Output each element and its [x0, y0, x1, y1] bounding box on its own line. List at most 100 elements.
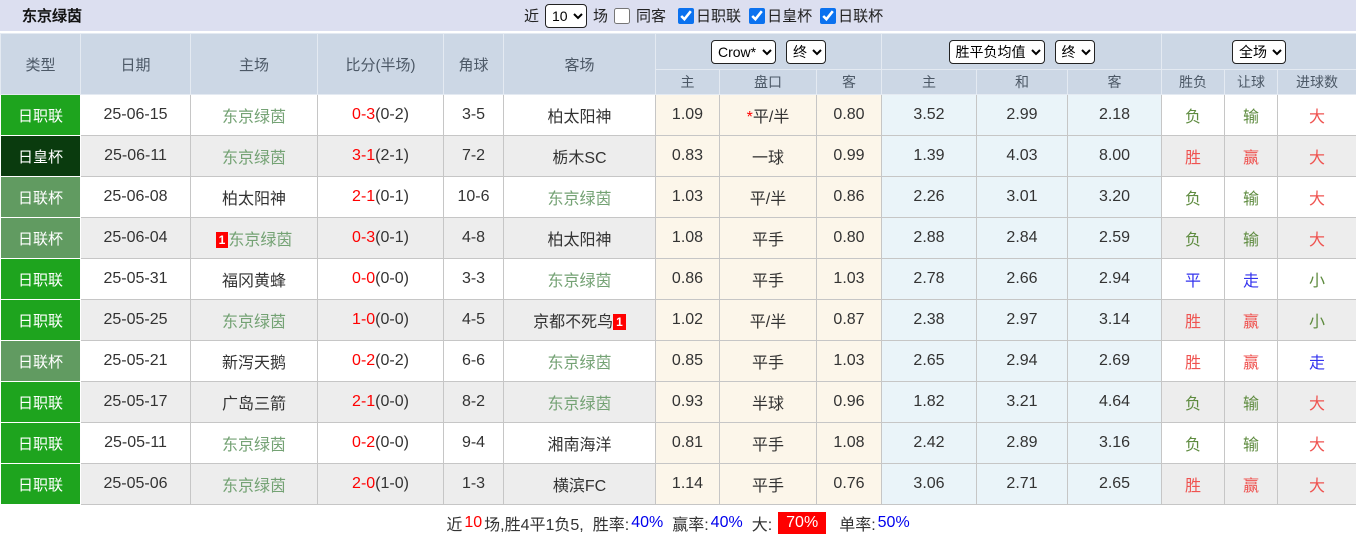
home-team-name[interactable]: 广岛三箭 — [222, 396, 286, 413]
home-team-cell[interactable]: 柏太阳神 — [190, 176, 318, 218]
home-team-cell[interactable]: 东京绿茵 — [190, 299, 318, 341]
avg-home-cell: 2.88 — [881, 217, 977, 259]
home-team-name[interactable]: 柏太阳神 — [222, 191, 286, 208]
away-team-cell[interactable]: 柏太阳神 — [503, 94, 656, 136]
avg-away-cell: 2.94 — [1066, 258, 1163, 300]
table-row[interactable]: 日联杯 25-05-21 新泻天鹅 0-2(0-2) 6-6 东京绿茵 0.85… — [0, 340, 1356, 382]
league-jzl-checkbox[interactable] — [678, 7, 695, 24]
away-team-name[interactable]: 湘南海洋 — [547, 437, 611, 454]
score-cell: 2-1(0-0) — [317, 381, 444, 423]
scope-select[interactable]: 全场 — [1232, 39, 1287, 64]
full-time-score: 0-2 — [352, 352, 376, 369]
result-goals-cell: 大 — [1277, 217, 1356, 259]
result-goals-cell: 大 — [1277, 381, 1356, 423]
home-team-name[interactable]: 东京绿茵 — [222, 437, 286, 454]
handicap-value: 平/半 — [749, 314, 787, 331]
league-type-cell: 日联杯 — [0, 176, 81, 218]
away-team-cell[interactable]: 东京绿茵 — [503, 340, 656, 382]
home-team-cell[interactable]: 广岛三箭 — [190, 381, 318, 423]
home-team-cell[interactable]: 东京绿茵 — [190, 94, 318, 136]
home-team-name[interactable]: 东京绿茵 — [222, 314, 286, 331]
filter-league-jlb[interactable]: 日联杯 — [818, 5, 883, 26]
date-cell: 25-05-11 — [80, 422, 191, 464]
avg-away-cell: 4.64 — [1066, 381, 1163, 423]
score-cell: 2-0(1-0) — [317, 463, 444, 505]
table-row[interactable]: 日职联 25-05-25 东京绿茵 1-0(0-0) 4-5 京都不死鸟 1 1.… — [0, 299, 1356, 341]
filter-league-jhb[interactable]: 日皇杯 — [747, 5, 812, 26]
odds-away-cell: 0.76 — [816, 463, 882, 505]
handicap-cell: 平手 — [719, 422, 817, 464]
result-wdl-cell: 负 — [1161, 94, 1226, 136]
table-row[interactable]: 日职联 25-05-31 福冈黄蜂 0-0(0-0) 3-3 东京绿茵 0.86… — [0, 258, 1356, 300]
away-team-name[interactable]: 京都不死鸟 — [533, 314, 613, 331]
handicap-value: 平手 — [751, 437, 784, 454]
full-time-score: 2-1 — [352, 188, 376, 205]
bookmaker-stage-select[interactable]: 终 — [786, 39, 826, 64]
home-team-cell[interactable]: 东京绿茵 — [190, 422, 318, 464]
home-team-name[interactable]: 东京绿茵 — [222, 478, 286, 495]
date-cell: 25-05-17 — [80, 381, 191, 423]
date-cell: 25-06-15 — [80, 94, 191, 136]
filter-league-jzl[interactable]: 日职联 — [676, 5, 741, 26]
avg-draw-cell: 2.71 — [976, 463, 1068, 505]
subheader-handicap: 盘口 — [719, 69, 817, 95]
handicap-cell: 平手 — [719, 217, 817, 259]
home-team-name[interactable]: 福冈黄蜂 — [222, 273, 286, 290]
away-team-name[interactable]: 东京绿茵 — [547, 191, 611, 208]
away-team-cell[interactable]: 东京绿茵 — [503, 381, 656, 423]
table-row[interactable]: 日职联 25-06-15 东京绿茵 0-3(0-2) 3-5 柏太阳神 1.09… — [0, 94, 1356, 136]
home-team-name[interactable]: 东京绿茵 — [222, 109, 286, 126]
away-team-cell[interactable]: 东京绿茵 — [503, 176, 656, 218]
league-jhb-checkbox[interactable] — [749, 7, 766, 24]
full-time-score: 0-3 — [352, 106, 376, 123]
away-team-name[interactable]: 东京绿茵 — [547, 273, 611, 290]
table-row[interactable]: 日联杯 25-06-04 1 东京绿茵 0-3(0-1) 4-8 柏太阳神 1.0… — [0, 217, 1356, 259]
home-team-name[interactable]: 新泻天鹅 — [222, 355, 286, 372]
subheader-result-handicap: 让球 — [1224, 69, 1279, 95]
away-team-cell[interactable]: 东京绿茵 — [503, 258, 656, 300]
home-team-cell[interactable]: 福冈黄蜂 — [190, 258, 318, 300]
table-row[interactable]: 日职联 25-05-11 东京绿茵 0-2(0-0) 9-4 湘南海洋 0.81… — [0, 422, 1356, 464]
league-type-cell: 日职联 — [0, 299, 81, 341]
home-team-name[interactable]: 东京绿茵 — [222, 150, 286, 167]
table-row[interactable]: 日联杯 25-06-08 柏太阳神 2-1(0-1) 10-6 东京绿茵 1.0… — [0, 176, 1356, 218]
away-team-cell[interactable]: 湘南海洋 — [503, 422, 656, 464]
bookmaker-select[interactable]: Crow* — [711, 39, 776, 64]
avg-away-cell: 2.65 — [1066, 463, 1163, 505]
away-team-cell[interactable]: 栃木SC — [503, 135, 656, 177]
away-team-cell[interactable]: 柏太阳神 — [503, 217, 656, 259]
col-header-type: 类型 — [0, 33, 81, 95]
away-team-name[interactable]: 东京绿茵 — [547, 396, 611, 413]
subheader-odds-home: 主 — [655, 69, 720, 95]
result-goals-cell: 大 — [1277, 463, 1356, 505]
odds-home-cell: 0.93 — [655, 381, 720, 423]
odds-home-cell: 1.02 — [655, 299, 720, 341]
odds-away-cell: 1.03 — [816, 258, 882, 300]
home-team-name[interactable]: 东京绿茵 — [228, 232, 292, 249]
average-stage-select[interactable]: 终 — [1054, 39, 1095, 64]
league-jlb-checkbox[interactable] — [820, 7, 837, 24]
same-venue-checkbox[interactable] — [614, 7, 631, 24]
odds-home-cell: 1.09 — [655, 94, 720, 136]
away-team-name[interactable]: 横滨FC — [553, 478, 606, 495]
table-row[interactable]: 日职联 25-05-17 广岛三箭 2-1(0-0) 8-2 东京绿茵 0.93… — [0, 381, 1356, 423]
recent-count-select[interactable]: 10 — [545, 3, 588, 28]
away-team-name[interactable]: 栃木SC — [552, 150, 606, 167]
corners-cell: 8-2 — [443, 381, 504, 423]
home-team-cell[interactable]: 新泻天鹅 — [190, 340, 318, 382]
away-team-name[interactable]: 柏太阳神 — [547, 109, 611, 126]
home-team-cell[interactable]: 东京绿茵 — [190, 463, 318, 505]
table-row[interactable]: 日皇杯 25-06-11 东京绿茵 3-1(2-1) 7-2 栃木SC 0.83… — [0, 135, 1356, 177]
table-row[interactable]: 日职联 25-05-06 东京绿茵 2-0(1-0) 1-3 横滨FC 1.14… — [0, 463, 1356, 505]
away-team-cell[interactable]: 京都不死鸟 1 — [503, 299, 656, 341]
away-team-name[interactable]: 东京绿茵 — [547, 355, 611, 372]
home-team-cell[interactable]: 1 东京绿茵 — [190, 217, 318, 259]
away-team-name[interactable]: 柏太阳神 — [547, 232, 611, 249]
average-select[interactable]: 胜平负均值 — [948, 39, 1045, 64]
result-wdl-cell: 负 — [1161, 381, 1226, 423]
away-team-cell[interactable]: 横滨FC — [503, 463, 656, 505]
half-time-score: (0-0) — [375, 311, 409, 328]
result-wdl-cell: 负 — [1161, 176, 1226, 218]
home-team-cell[interactable]: 东京绿茵 — [190, 135, 318, 177]
subheader-result-wdl: 胜负 — [1161, 69, 1226, 95]
